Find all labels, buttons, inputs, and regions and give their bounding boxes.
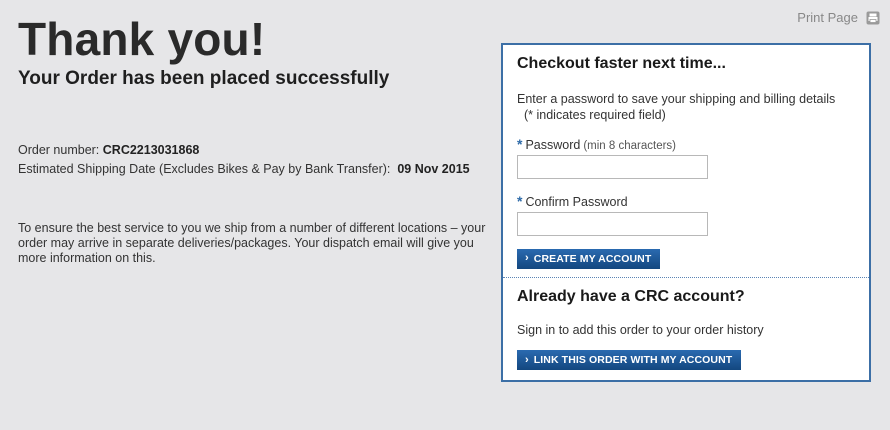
order-number-value: CRC2213031868 xyxy=(102,143,200,157)
password-group: * Password (min 8 characters) xyxy=(517,136,855,179)
page-title: Thank you! xyxy=(18,13,266,65)
link-order-button[interactable]: › LINK THIS ORDER WITH MY ACCOUNT xyxy=(517,350,742,370)
shipping-date-value: 09 Nov 2015 xyxy=(397,162,470,176)
checkout-intro-text: Enter a password to save your shipping a… xyxy=(517,92,836,106)
create-account-button[interactable]: › CREATE MY ACCOUNT xyxy=(517,248,661,269)
order-number-row: Order number: CRC2213031868 xyxy=(18,142,488,158)
order-number-label: Order number: xyxy=(18,143,103,157)
existing-account-section: Already have a CRC account? Sign in to a… xyxy=(503,278,869,370)
chevron-right-icon: › xyxy=(525,353,529,366)
create-account-wrap: › CREATE MY ACCOUNT xyxy=(517,248,855,269)
order-info: Order number: CRC2213031868 Estimated Sh… xyxy=(18,142,488,177)
shipping-date-label: Estimated Shipping Date (Excludes Bikes … xyxy=(18,162,398,176)
required-marker: * xyxy=(517,136,523,152)
checkout-faster-heading: Checkout faster next time... xyxy=(517,55,726,72)
existing-account-text: Sign in to add this order to your order … xyxy=(517,322,764,337)
chevron-right-icon: › xyxy=(525,252,529,264)
password-label: * Password (min 8 characters) xyxy=(517,136,855,152)
shipping-note: To ensure the best service to you we shi… xyxy=(18,221,486,265)
password-label-text: Password xyxy=(525,138,581,152)
checkout-intro: Enter a password to save your shipping a… xyxy=(517,91,855,123)
print-page-label: Print Page xyxy=(797,10,858,25)
print-page-link[interactable]: Print Page xyxy=(797,10,880,25)
page-subtitle: Your Order has been placed successfully xyxy=(18,68,390,89)
link-order-wrap: › LINK THIS ORDER WITH MY ACCOUNT xyxy=(517,350,855,370)
confirm-password-label: * Confirm Password xyxy=(517,193,855,209)
account-panel: Checkout faster next time... Enter a pas… xyxy=(501,43,871,382)
create-account-label: CREATE MY ACCOUNT xyxy=(533,252,652,265)
confirm-password-group: * Confirm Password xyxy=(517,193,855,236)
existing-account-heading: Already have a CRC account? xyxy=(517,287,745,305)
required-field-note: (* indicates required field) xyxy=(524,108,666,122)
order-confirmation: Thank you! Your Order has been placed su… xyxy=(18,14,488,266)
checkout-faster-section: Checkout faster next time... Enter a pas… xyxy=(503,45,869,269)
confirm-password-input[interactable] xyxy=(517,212,708,236)
password-input[interactable] xyxy=(517,155,708,179)
password-hint: (min 8 characters) xyxy=(583,140,677,152)
confirm-password-label-text: Confirm Password xyxy=(525,195,628,209)
required-marker: * xyxy=(517,193,523,209)
link-order-label: LINK THIS ORDER WITH MY ACCOUNT xyxy=(533,354,733,366)
shipping-date-row: Estimated Shipping Date (Excludes Bikes … xyxy=(18,161,488,177)
printer-icon xyxy=(866,11,880,25)
